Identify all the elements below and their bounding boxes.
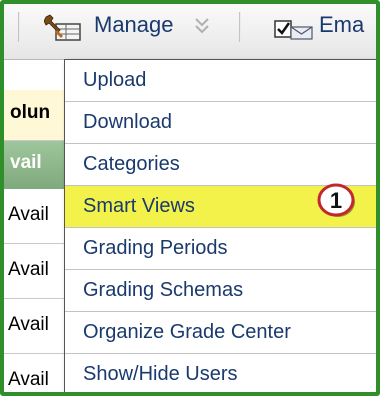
menu-item-upload[interactable]: Upload bbox=[65, 60, 376, 102]
wrench-table-icon bbox=[44, 14, 81, 41]
menu-item-grading-periods[interactable]: Grading Periods bbox=[65, 228, 376, 270]
manage-menu-button[interactable]: Manage bbox=[44, 6, 234, 48]
menu-item-download[interactable]: Download bbox=[65, 102, 376, 144]
email-label: Ema bbox=[319, 12, 365, 37]
toolbar-separator bbox=[239, 12, 241, 42]
manage-dropdown-menu: Upload Download Categories Smart Views G… bbox=[64, 59, 376, 392]
menu-item-label: Download bbox=[83, 111, 172, 133]
menu-item-label: Categories bbox=[83, 153, 180, 175]
table-cell: Avail bbox=[8, 369, 49, 390]
menu-item-label: Grading Periods bbox=[83, 237, 228, 259]
callout-number: 1 bbox=[330, 188, 342, 213]
table-cell: Avail bbox=[8, 314, 49, 335]
toolbar-separator bbox=[18, 12, 20, 42]
menu-item-organize-grade-center[interactable]: Organize Grade Center bbox=[65, 312, 376, 354]
menu-item-label: Show/Hide Users bbox=[83, 363, 238, 385]
checkbox-envelope-icon bbox=[274, 20, 313, 40]
double-chevron-down-icon bbox=[195, 18, 209, 34]
menu-item-label: Upload bbox=[83, 69, 147, 91]
header-row-text: vail bbox=[10, 152, 42, 173]
table-cell: Avail bbox=[8, 259, 49, 280]
action-bar: Manage Ema bbox=[4, 4, 376, 60]
table-cell: Avail bbox=[8, 204, 49, 225]
menu-item-label: Grading Schemas bbox=[83, 279, 244, 301]
email-menu-button[interactable]: Ema bbox=[274, 6, 376, 48]
menu-item-categories[interactable]: Categories bbox=[65, 144, 376, 186]
menu-item-label: Organize Grade Center bbox=[83, 321, 291, 343]
menu-item-label: Smart Views bbox=[83, 195, 195, 217]
menu-item-show-hide-users[interactable]: Show/Hide Users bbox=[65, 354, 376, 392]
menu-item-grading-schemas[interactable]: Grading Schemas bbox=[65, 270, 376, 312]
step-callout-badge: 1 bbox=[317, 183, 355, 217]
column-header-text: olun bbox=[10, 102, 51, 123]
manage-label: Manage bbox=[94, 12, 174, 37]
screenshot-frame: Manage Ema olun vail Avail Avail Avail A… bbox=[0, 0, 380, 396]
